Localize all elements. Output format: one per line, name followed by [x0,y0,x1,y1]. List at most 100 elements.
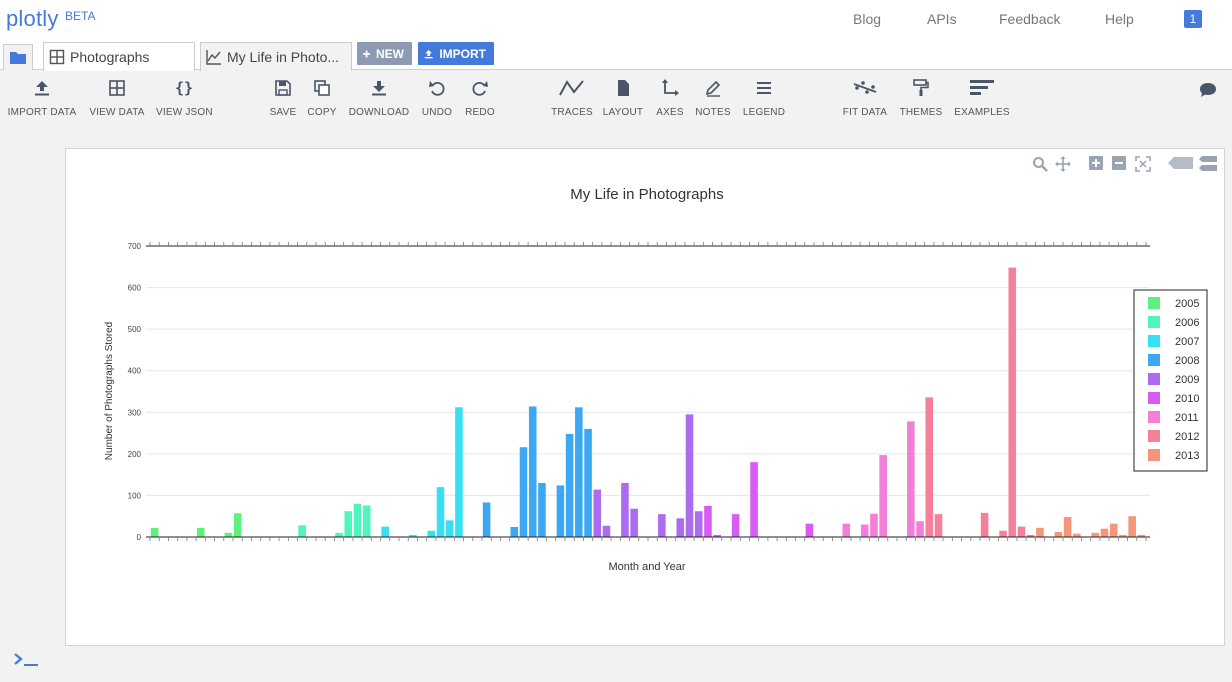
hover-closest-button[interactable] [1168,156,1194,175]
bar [593,489,602,537]
svg-text:{}: {} [175,79,193,97]
bar [455,407,463,537]
new-button-label: NEW [376,46,404,61]
save-button[interactable]: SAVE [266,79,300,118]
bar [196,527,205,537]
examples-button[interactable]: EXAMPLES [953,79,1011,118]
axes-button[interactable]: AXES [653,79,687,118]
document-icon [618,80,629,96]
legend-label: 2013 [1175,450,1199,462]
bar [233,513,242,537]
bar [519,447,528,537]
folder-button[interactable] [3,44,33,70]
y-tick-label: 300 [128,408,142,417]
redo-label: REDO [465,107,495,118]
zoom-out-button[interactable] [1112,156,1126,175]
copy-icon [314,80,330,96]
import-button-label: IMPORT [439,46,486,61]
bar [344,511,353,537]
y-axis-title: Number of Photographs Stored [104,322,115,460]
tab-label: My Life in Photo... [227,49,340,65]
bar [381,526,389,537]
layout-label: LAYOUT [602,107,644,118]
bar [860,524,869,537]
legend-label: 2011 [1175,412,1199,424]
bar [482,502,491,537]
traces-button[interactable]: TRACES [551,79,593,118]
undo-button[interactable]: UNDO [419,79,455,118]
console-toggle[interactable] [12,650,40,673]
legend-swatch [1148,316,1160,328]
legend-swatch [1148,373,1160,385]
import-data-button[interactable]: IMPORT DATA [6,79,78,118]
legend-label: LEGEND [742,107,786,118]
y-tick-label: 400 [128,367,142,376]
chart-title: My Life in Photographs [570,186,723,203]
help-link[interactable]: Help [1105,11,1134,27]
legend-swatch [1148,392,1160,404]
themes-label: THEMES [899,107,943,118]
legend-swatch [1148,449,1160,461]
upload-icon [424,49,433,58]
hover-compare-button[interactable] [1198,156,1218,177]
new-button[interactable]: NEW [357,42,412,65]
view-data-button[interactable]: VIEW DATA [88,79,146,118]
bar [1091,532,1100,537]
bar [750,462,758,537]
blog-link[interactable]: Blog [853,11,881,27]
top-bar: plotly BETA Blog APIs Feedback Help 1 [0,0,1232,42]
import-data-label: IMPORT DATA [7,107,77,118]
comments-button[interactable] [1198,81,1218,104]
bar [879,455,887,537]
zoom-in-button[interactable] [1089,156,1103,175]
pan-button[interactable] [1055,156,1071,177]
fit-data-label: FIT DATA [842,107,888,118]
bar [676,518,685,537]
bar-chart[interactable]: My Life in Photographs 0 100 200 300 400 500 60… [66,149,1224,645]
bar [575,407,583,537]
x-axis-title: Month and Year [608,561,685,573]
bar [427,530,436,537]
legend-swatch [1148,430,1160,442]
bar [528,406,537,537]
themes-button[interactable]: THEMES [898,79,944,118]
plotly-logo[interactable]: plotly [6,6,59,32]
legend-button[interactable]: LEGEND [741,79,787,118]
download-button[interactable]: DOWNLOAD [347,79,411,118]
notification-badge[interactable]: 1 [1184,10,1202,28]
import-button[interactable]: IMPORT [418,42,494,65]
bar [731,514,740,537]
layout-button[interactable]: LAYOUT [601,79,645,118]
autoscale-button[interactable] [1135,156,1151,177]
autoscale-icon [1135,156,1151,172]
notes-button[interactable]: NOTES [694,79,732,118]
bar [870,513,878,537]
tab-photographs[interactable]: Photographs [43,42,195,71]
bar [916,521,924,537]
y-tick-label: 600 [128,284,142,293]
bar [353,503,362,537]
bar [842,523,851,537]
redo-button[interactable]: REDO [462,79,498,118]
fit-data-button[interactable]: FIT DATA [840,79,890,118]
download-label: DOWNLOAD [348,107,410,118]
view-json-button[interactable]: {} VIEW JSON [156,79,213,118]
redo-icon [472,81,488,96]
tab-row: Photographs My Life in Photo... NEW IMPO… [0,42,1232,71]
zoom-button[interactable] [1032,156,1048,177]
terminal-prompt-icon [14,653,38,666]
bar [925,397,934,537]
bar [694,511,703,537]
legend-swatch [1148,354,1160,366]
legend-label: 2005 [1175,298,1199,310]
apis-link[interactable]: APIs [927,11,957,27]
y-tick-label: 0 [137,533,142,542]
tab-my-life-in-photographs[interactable]: My Life in Photo... [200,42,352,71]
bar [630,508,638,537]
y-tick-label: 500 [128,325,142,334]
feedback-link[interactable]: Feedback [999,11,1060,27]
copy-button[interactable]: COPY [306,79,338,118]
plot-area: My Life in Photographs 0 100 200 300 400 500 60… [65,148,1225,646]
bar [335,532,343,537]
bar [1063,517,1072,537]
